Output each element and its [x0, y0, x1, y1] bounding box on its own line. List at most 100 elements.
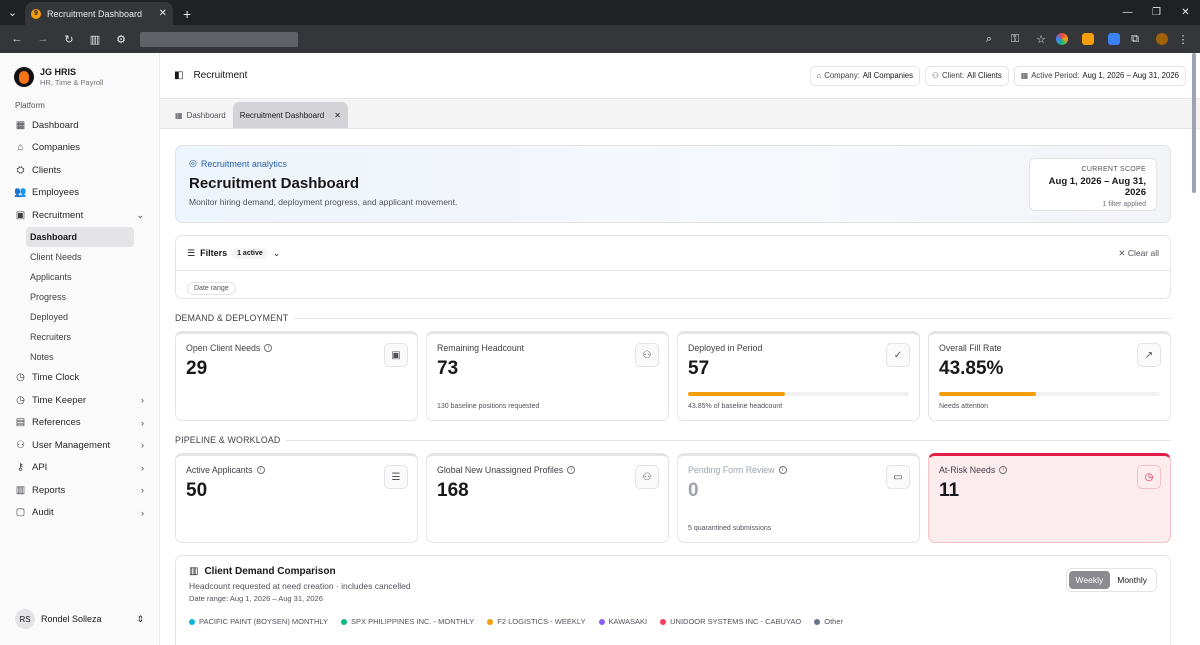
- sidebar-sub-notes[interactable]: Notes: [26, 347, 134, 367]
- password-key-icon[interactable]: ⚿: [1004, 28, 1026, 50]
- hero-tag: ◎ Recruitment analytics: [189, 158, 1157, 169]
- sidebar-item-dashboard[interactable]: ▦ Dashboard: [0, 114, 159, 137]
- chevrons-updown-icon: ⇕: [136, 613, 144, 624]
- extensions-puzzle-icon[interactable]: ⧉: [1124, 28, 1146, 50]
- sidebar-item-companies[interactable]: ⌂ Companies: [0, 137, 159, 160]
- deployed-in-period-card[interactable]: Deployed in Period 57 ✓ 43.85% of baseli…: [677, 331, 920, 421]
- sidebar-sub-applicants[interactable]: Applicants: [26, 267, 134, 287]
- info-icon[interactable]: i: [256, 466, 265, 474]
- sidebar-item-label: Audit: [32, 507, 54, 519]
- main: ◧ Recruitment ⌂ Company: All Companies ⚇ Cl…: [160, 53, 1200, 645]
- reload-icon[interactable]: ↻: [58, 28, 80, 50]
- bar-chart-icon: ▥: [189, 566, 199, 577]
- info-icon[interactable]: i: [999, 466, 1008, 474]
- legend-item[interactable]: KAWASAKI: [598, 617, 647, 626]
- company-selector[interactable]: ⌂ Company: All Companies: [809, 65, 921, 86]
- restore-icon[interactable]: ❐: [1142, 7, 1171, 18]
- legend-item[interactable]: PACIFIC PAINT (BOYSEN) MONTHLY: [189, 617, 328, 626]
- site-info-icon[interactable]: ⚙: [110, 28, 132, 50]
- sidebar-item-references[interactable]: ▤ References ›: [0, 412, 159, 435]
- date-range-filter[interactable]: Date range: [187, 282, 236, 295]
- sidebar-sub-progress[interactable]: Progress: [26, 287, 134, 307]
- weekly-toggle[interactable]: Weekly: [1068, 571, 1111, 589]
- legend-item[interactable]: UNIDOOR SYSTEMS INC - CABUYAO: [660, 617, 801, 626]
- sidebar-item-recruitment[interactable]: ▣ Recruitment ⌄: [0, 204, 159, 227]
- back-icon[interactable]: ←: [6, 28, 28, 50]
- remaining-headcount-card[interactable]: Remaining Headcount 73 ⚇ 130 baseline po…: [426, 331, 669, 421]
- client-selector[interactable]: ⚇ Client: All Clients: [925, 65, 1009, 86]
- fill-rate-progress-bar: [939, 392, 1160, 396]
- overall-fill-rate-card[interactable]: Overall Fill Rate 43.85% ↗ Needs attenti…: [928, 331, 1171, 421]
- close-icon[interactable]: ✕: [334, 111, 341, 120]
- user-menu[interactable]: RS Rondel Solleza ⇕: [15, 609, 144, 629]
- hero-tag-label: Recruitment analytics: [200, 158, 287, 169]
- sidebar-sub-client-needs[interactable]: Client Needs: [26, 247, 134, 267]
- legend-label: F2 LOGISTICS - WEEKLY: [497, 617, 586, 626]
- legend-item[interactable]: F2 LOGISTICS - WEEKLY: [487, 617, 586, 626]
- brand[interactable]: JG HRIS HR, Time & Payroll: [0, 67, 159, 87]
- chevron-right-icon: ›: [141, 395, 144, 406]
- scrollbar-thumb[interactable]: [1192, 53, 1196, 193]
- active-applicants-card[interactable]: Active Applicants i 50 ☰: [175, 453, 418, 543]
- tab-search-icon[interactable]: ⌄: [0, 0, 25, 25]
- browser-menu-icon[interactable]: ⋮: [1172, 28, 1194, 50]
- sidebar-item-user-management[interactable]: ⚇ User Management ›: [0, 434, 159, 457]
- pending-form-review-card[interactable]: Pending Form Review i 0 ▭ 5 quarantined s…: [677, 453, 920, 543]
- period-selector[interactable]: ▦ Active Period: Aug 1, 2026 – Aug 31, 202…: [1013, 65, 1186, 86]
- sidebar-item-label: Time Keeper: [32, 394, 87, 406]
- sidebar-item-label: API: [32, 462, 48, 474]
- sidebar-item-time-clock[interactable]: ◷ Time Clock: [0, 367, 159, 390]
- close-window-icon[interactable]: ✕: [1171, 7, 1200, 18]
- filters-header[interactable]: ☰ Filters 1 active ⌄ ✕ Clear all: [176, 236, 1170, 271]
- split-view-icon[interactable]: ▥: [84, 28, 106, 50]
- info-icon[interactable]: i: [264, 344, 273, 352]
- new-tab-icon[interactable]: +: [183, 2, 191, 25]
- sidebar-item-clients[interactable]: ⛭ Clients: [0, 159, 159, 182]
- dashboard-content: ◎ Recruitment analytics Recruitment Dashb…: [160, 129, 1186, 645]
- open-client-needs-card[interactable]: Open Client Needs i 29 ▣: [175, 331, 418, 421]
- bar-chart-icon: ▥: [15, 484, 26, 496]
- bookmark-star-icon[interactable]: ☆: [1030, 28, 1052, 50]
- browser-tab[interactable]: 9 Recruitment Dashboard ✕: [25, 2, 173, 25]
- sidebar-sub-recruiters[interactable]: Recruiters: [26, 327, 134, 347]
- minimize-icon[interactable]: —: [1113, 7, 1142, 18]
- clear-all-button[interactable]: ✕ Clear all: [1118, 248, 1159, 259]
- company-label: Company:: [824, 71, 860, 80]
- forward-icon[interactable]: →: [32, 28, 54, 50]
- page-tabs: ▦ Dashboard Recruitment Dashboard ✕: [160, 99, 1200, 129]
- sidebar-toggle-icon[interactable]: ◧: [174, 70, 183, 81]
- sidebar-item-employees[interactable]: 👥 Employees: [0, 182, 159, 205]
- close-tab-icon[interactable]: ✕: [159, 8, 167, 19]
- extension-yellow-icon[interactable]: [1082, 33, 1094, 45]
- tab-recruitment-dashboard[interactable]: Recruitment Dashboard ✕: [232, 102, 348, 128]
- url-field[interactable]: [140, 31, 298, 47]
- sidebar-item-api[interactable]: ⚷ API ›: [0, 457, 159, 480]
- client-value: All Clients: [967, 71, 1002, 80]
- extension-download-icon[interactable]: [1108, 33, 1120, 45]
- info-icon[interactable]: i: [778, 466, 787, 474]
- profile-avatar-icon[interactable]: [1156, 33, 1168, 45]
- tab-dashboard[interactable]: ▦ Dashboard: [168, 102, 233, 128]
- legend-label: Other: [824, 617, 844, 626]
- scrollbar[interactable]: [1190, 53, 1198, 645]
- monthly-toggle[interactable]: Monthly: [1110, 571, 1154, 589]
- unassigned-profiles-card[interactable]: Global New Unassigned Profiles i 168 ⚇: [426, 453, 669, 543]
- zoom-icon[interactable]: ⌕: [978, 28, 1000, 50]
- sidebar-sub-deployed[interactable]: Deployed: [26, 307, 134, 327]
- sidebar-item-label: Reports: [32, 484, 66, 496]
- legend-item[interactable]: SPX PHILIPPINES INC. - MONTHLY: [341, 617, 474, 626]
- legend-item[interactable]: Other: [814, 617, 843, 626]
- clock-icon: ◷: [16, 372, 25, 384]
- chevron-down-icon[interactable]: ⌄: [273, 248, 281, 259]
- address-bar: ← → ↻ ▥ ⚙ ⌕ ⚿ ☆ ⧉ ⋮: [0, 25, 1200, 53]
- sidebar-item-time-keeper[interactable]: ◷ Time Keeper ›: [0, 389, 159, 412]
- card-note: 43.85% of baseline headcount: [688, 403, 783, 410]
- sidebar-item-audit[interactable]: ▢ Audit ›: [0, 502, 159, 525]
- extension-color-icon[interactable]: [1056, 33, 1068, 45]
- sidebar-item-reports[interactable]: ▥ Reports ›: [0, 479, 159, 502]
- sidebar-sub-dashboard[interactable]: Dashboard: [26, 226, 134, 247]
- info-icon[interactable]: i: [567, 466, 576, 474]
- page-title: Recruitment: [193, 70, 248, 81]
- sidebar-item-label: Clients: [32, 164, 62, 176]
- at-risk-needs-card[interactable]: At-Risk Needs i 11 ◷: [928, 453, 1171, 543]
